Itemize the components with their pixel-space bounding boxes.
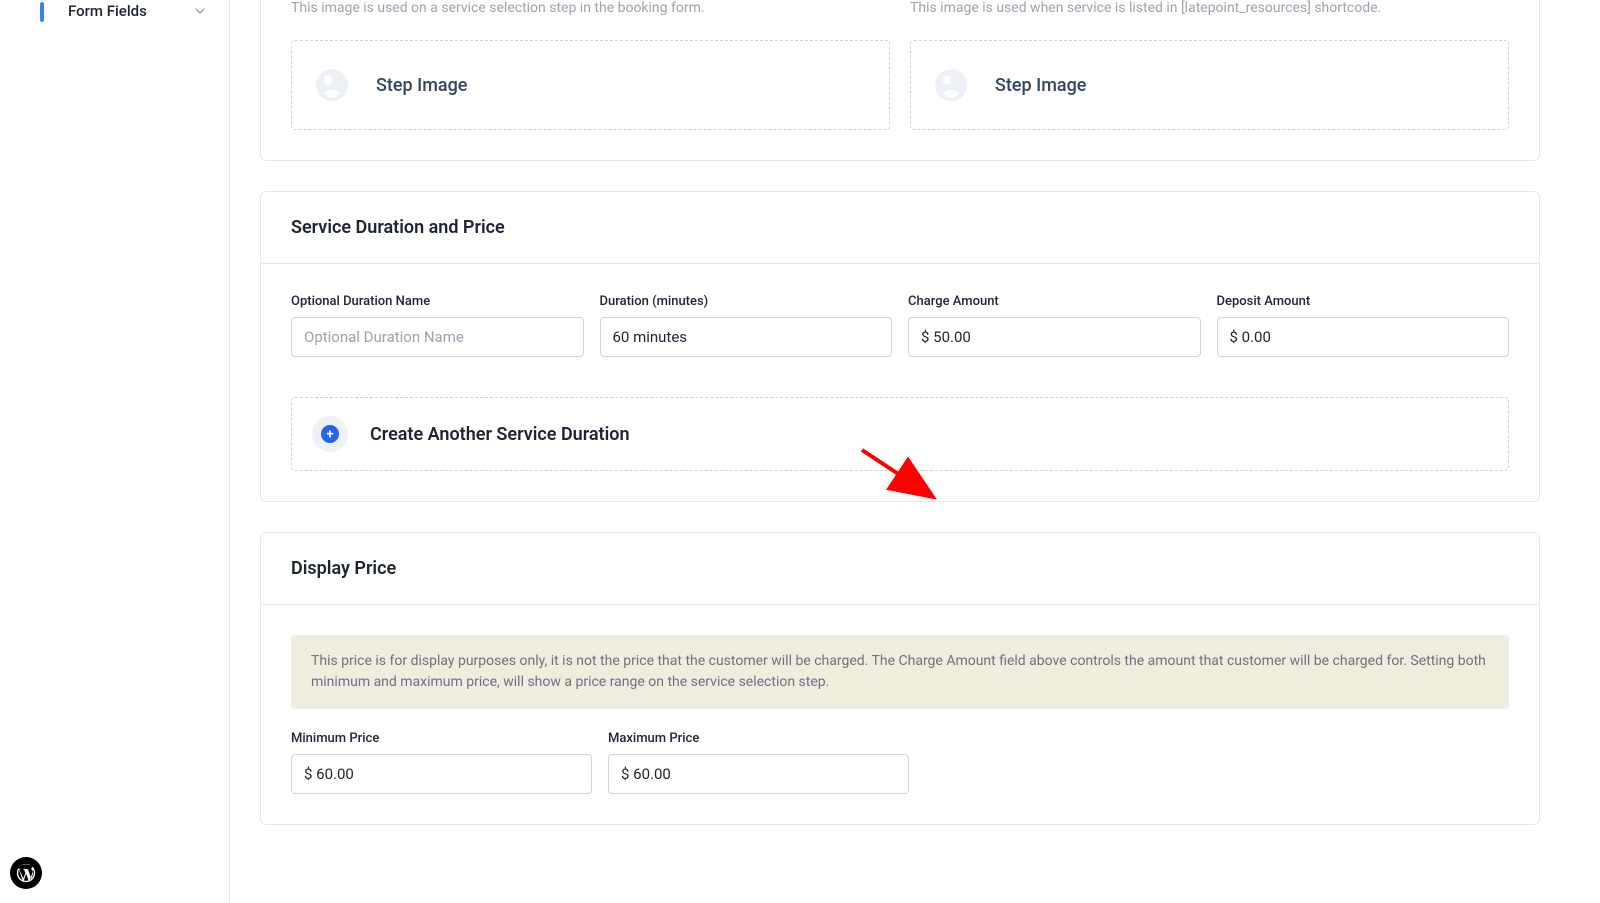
step-image-hint-left: This image is used on a service selectio… [291, 0, 890, 16]
form-fields-icon [40, 4, 54, 18]
images-card: This image is used on a service selectio… [260, 0, 1540, 161]
image-placeholder-icon [312, 65, 352, 105]
duration-price-title: Service Duration and Price [291, 217, 1509, 238]
duration-name-input[interactable] [291, 317, 584, 357]
sidebar-item-label: Form Fields [68, 2, 147, 20]
chevron-down-icon [195, 6, 205, 16]
sidebar: Form Fields [0, 0, 230, 903]
duration-price-card: Service Duration and Price Optional Dura… [260, 191, 1540, 502]
step-image-upload-left[interactable]: Step Image [291, 40, 890, 130]
deposit-amount-label: Deposit Amount [1217, 294, 1510, 309]
main-content: This image is used on a service selectio… [260, 0, 1570, 903]
upload-label: Step Image [376, 75, 467, 96]
display-price-title: Display Price [291, 558, 1509, 579]
deposit-amount-input[interactable] [1217, 317, 1510, 357]
duration-input[interactable] [600, 317, 893, 357]
maximum-price-label: Maximum Price [608, 731, 909, 746]
maximum-price-input[interactable] [608, 754, 909, 794]
create-another-duration-button[interactable]: + Create Another Service Duration [291, 397, 1509, 471]
minimum-price-label: Minimum Price [291, 731, 592, 746]
wordpress-badge[interactable] [10, 857, 42, 889]
display-price-card: Display Price This price is for display … [260, 532, 1540, 825]
create-another-label: Create Another Service Duration [370, 424, 630, 445]
duration-label: Duration (minutes) [600, 294, 893, 309]
duration-name-label: Optional Duration Name [291, 294, 584, 309]
charge-amount-label: Charge Amount [908, 294, 1201, 309]
charge-amount-input[interactable] [908, 317, 1201, 357]
plus-circle-icon: + [312, 416, 348, 452]
image-placeholder-icon [931, 65, 971, 105]
step-image-hint-right: This image is used when service is liste… [910, 0, 1509, 16]
step-image-upload-right[interactable]: Step Image [910, 40, 1509, 130]
minimum-price-input[interactable] [291, 754, 592, 794]
upload-label: Step Image [995, 75, 1086, 96]
sidebar-item-form-fields[interactable]: Form Fields [0, 0, 229, 30]
display-price-info: This price is for display purposes only,… [291, 635, 1509, 709]
